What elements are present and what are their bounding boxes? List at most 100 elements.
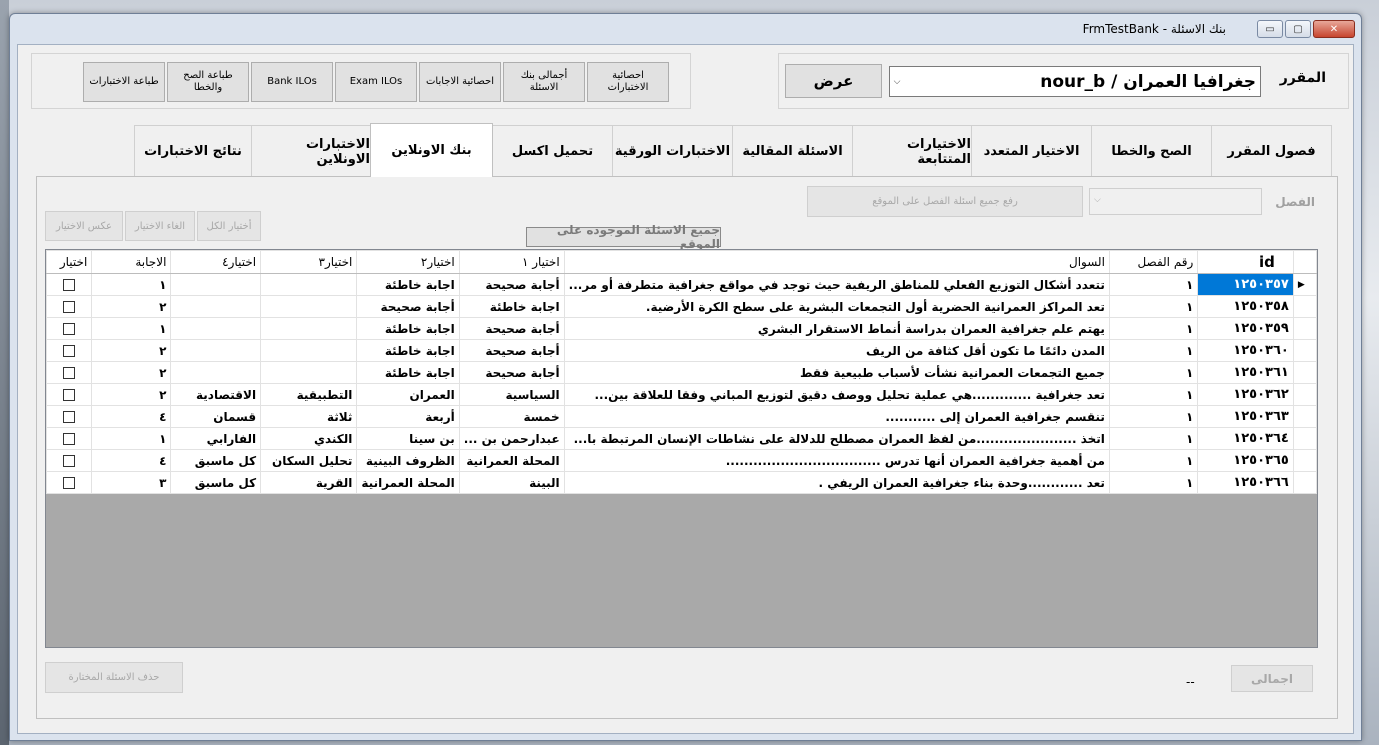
tab-course-chapters[interactable]: فصول المقرر — [1211, 125, 1332, 177]
choice4-cell[interactable]: الاقتصادية — [170, 383, 262, 406]
question-cell[interactable]: تعد جغرافية .............هي عملية تحليل … — [563, 383, 1110, 406]
chapter-cell[interactable]: ١ — [1108, 383, 1199, 406]
select-checkbox[interactable] — [63, 323, 76, 335]
chapter-cell[interactable]: ١ — [1108, 339, 1199, 362]
chapter-cell[interactable]: ١ — [1108, 427, 1199, 450]
choice1-cell[interactable]: خمسة — [458, 405, 565, 428]
question-cell[interactable]: تعد ............وحدة بناء جغرافية العمرا… — [563, 471, 1110, 494]
choice2-cell[interactable]: اجابة خاطئة — [356, 273, 460, 296]
chapter-cell[interactable]: ١ — [1108, 295, 1199, 318]
choice4-cell[interactable] — [170, 295, 262, 318]
choice3-cell[interactable]: الكندي — [260, 427, 358, 450]
select-checkbox[interactable] — [63, 367, 76, 379]
chapter-cell[interactable]: ١ — [1108, 317, 1199, 340]
exam-ilos-button[interactable]: Exam ILOs — [335, 62, 417, 102]
choice4-cell[interactable] — [170, 361, 262, 384]
choice4-cell[interactable] — [170, 339, 262, 362]
answer-cell[interactable]: ١ — [91, 273, 172, 296]
table-row[interactable]: ٤ كل ماسبق تحليل السكان الظروف البينية المحل… — [46, 449, 1317, 472]
chapter-cell[interactable]: ١ — [1108, 273, 1199, 296]
choice1-cell[interactable]: أجابة صحيحة — [458, 317, 565, 340]
select-checkbox[interactable] — [63, 345, 76, 357]
row-header[interactable] — [1292, 471, 1317, 494]
select-cell[interactable] — [46, 383, 93, 406]
row-header[interactable] — [1292, 295, 1317, 318]
id-cell[interactable]: ١٢٥٠٣٥٧ — [1197, 273, 1294, 296]
total-button[interactable]: اجمالى — [1231, 665, 1313, 692]
select-cell[interactable] — [46, 295, 93, 318]
answer-cell[interactable]: ١ — [91, 427, 172, 450]
choice1-cell[interactable]: أجابة صحيحة — [458, 273, 565, 296]
select-cell[interactable] — [46, 471, 93, 494]
choice2-cell[interactable]: الظروف البينية — [356, 449, 460, 472]
answer-cell[interactable]: ٢ — [91, 383, 172, 406]
row-header[interactable] — [1292, 317, 1317, 340]
table-row[interactable]: ٣ كل ماسبق القرية المحلة العمرانية البينة تعد… — [46, 471, 1317, 494]
choice3-cell[interactable]: ثلاثة — [260, 405, 358, 428]
question-cell[interactable]: جميع التجمعات العمرانية نشأت لأسباب طبيع… — [563, 361, 1110, 384]
question-cell[interactable]: تتعدد أشكال التوزيع الفعلي للمناطق الريف… — [563, 273, 1110, 296]
choice1-cell[interactable]: اجابة خاطئة — [458, 295, 565, 318]
chapter-cell[interactable]: ١ — [1108, 449, 1199, 472]
question-cell[interactable]: اتخذ ......................من لفظ العمرا… — [563, 427, 1110, 450]
select-checkbox[interactable] — [63, 389, 76, 401]
choice4-cell[interactable]: كل ماسبق — [170, 471, 262, 494]
select-checkbox[interactable] — [63, 279, 76, 291]
cancel-selection-button[interactable]: الغاء الاختيار — [125, 211, 195, 241]
col-header-select[interactable]: اختيار — [46, 250, 93, 274]
choice4-cell[interactable]: قسمان — [170, 405, 262, 428]
choice4-cell[interactable] — [170, 317, 262, 340]
answer-cell[interactable]: ٢ — [91, 361, 172, 384]
bank-ilos-button[interactable]: Bank ILOs — [251, 62, 333, 102]
choice3-cell[interactable] — [260, 361, 358, 384]
table-row[interactable]: ٢ اجابة خاطئة أجابة صحيحة جميع التجمعات الع… — [46, 361, 1317, 384]
all-on-site-button[interactable]: جميع الاسئلة الموجوده على الموقع — [526, 223, 721, 251]
choice1-cell[interactable]: السياسية — [458, 383, 565, 406]
choice3-cell[interactable] — [260, 339, 358, 362]
course-select[interactable]: ⌵ جغرافيا العمران / nour_b — [889, 66, 1261, 97]
col-header-question[interactable]: السوال — [563, 250, 1110, 274]
choice3-cell[interactable] — [260, 317, 358, 340]
choice2-cell[interactable]: أجابة صحيحة — [356, 295, 460, 318]
choice2-cell[interactable]: اجابة خاطئة — [356, 361, 460, 384]
row-header[interactable] — [1292, 449, 1317, 472]
table-row[interactable]: ٤ قسمان ثلاثة أربعة خمسة تنقسم جغرافية العمرا… — [46, 405, 1317, 428]
question-cell[interactable]: من أهمية جغرافية العمران أنها تدرس .....… — [563, 449, 1110, 472]
question-cell[interactable]: تنقسم جغرافية العمران إلى ........... — [563, 405, 1110, 428]
choice4-cell[interactable] — [170, 273, 262, 296]
id-cell[interactable]: ١٢٥٠٣٦٤ — [1197, 427, 1294, 450]
choice3-cell[interactable] — [260, 273, 358, 296]
test-stats-button[interactable]: احصائية الاختبارات — [587, 62, 669, 102]
select-checkbox[interactable] — [63, 455, 76, 467]
upload-chapter-button[interactable]: رفع جميع اسئلة الفصل على الموقع — [807, 186, 1083, 217]
id-cell[interactable]: ١٢٥٠٣٦٦ — [1197, 471, 1294, 494]
maximize-button[interactable]: ▢ — [1285, 20, 1311, 38]
table-row[interactable]: ٢ اجابة خاطئة أجابة صحيحة المدن دائمًا ما ت… — [46, 339, 1317, 362]
select-cell[interactable] — [46, 405, 93, 428]
choice2-cell[interactable]: اجابة خاطئة — [356, 339, 460, 362]
col-header-choice3[interactable]: اختيار٣ — [260, 250, 358, 274]
id-cell[interactable]: ١٢٥٠٣٥٨ — [1197, 295, 1294, 318]
select-cell[interactable] — [46, 449, 93, 472]
row-header[interactable] — [1292, 361, 1317, 384]
select-checkbox[interactable] — [63, 477, 76, 489]
tab-true-false[interactable]: الصح والخطا — [1091, 125, 1212, 177]
select-cell[interactable] — [46, 427, 93, 450]
choice1-cell[interactable]: عبدارحمن بن ... — [458, 427, 565, 450]
answer-cell[interactable]: ٤ — [91, 449, 172, 472]
id-cell[interactable]: ١٢٥٠٣٦٣ — [1197, 405, 1294, 428]
table-row[interactable]: ١ الفارابي الكندي بن سينا عبدارحمن بن ... اتخ… — [46, 427, 1317, 450]
choice2-cell[interactable]: بن سينا — [356, 427, 460, 450]
choice2-cell[interactable]: العمران — [356, 383, 460, 406]
tab-paper-tests[interactable]: الاختبارات الورقية — [612, 125, 733, 177]
choice3-cell[interactable]: التطبيقية — [260, 383, 358, 406]
id-cell[interactable]: ١٢٥٠٣٦٠ — [1197, 339, 1294, 362]
row-header[interactable] — [1292, 405, 1317, 428]
choice4-cell[interactable]: كل ماسبق — [170, 449, 262, 472]
col-header-id[interactable]: id — [1197, 250, 1294, 274]
col-header-choice2[interactable]: اختيار٢ — [356, 250, 460, 274]
choice1-cell[interactable]: أجابة صحيحة — [458, 339, 565, 362]
select-cell[interactable] — [46, 273, 93, 296]
tab-online-tests[interactable]: الاختبارات الاونلاين — [251, 125, 371, 177]
answer-stats-button[interactable]: احصائية الاجابات — [419, 62, 501, 102]
